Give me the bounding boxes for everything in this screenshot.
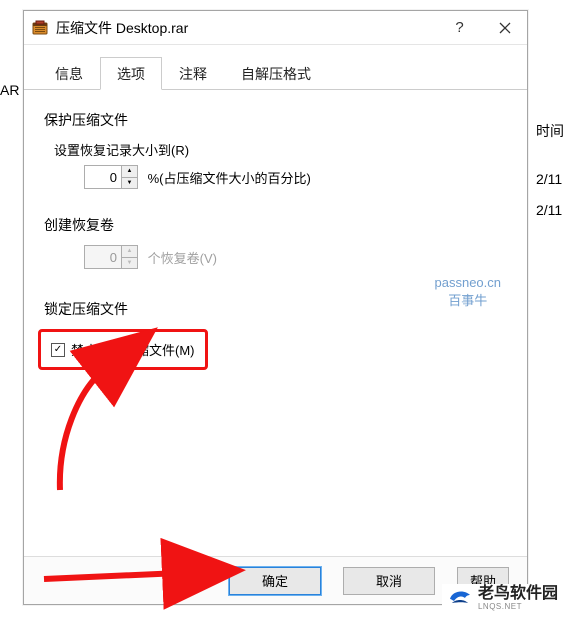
tab-comment[interactable]: 注释	[162, 57, 224, 90]
watermark-line2: 百事牛	[435, 292, 502, 310]
corner-logo: 老鸟软件园 LNQS.NET	[442, 584, 562, 613]
lock-checkbox-label: 禁止修改压缩文件(M)	[71, 340, 195, 359]
tab-options[interactable]: 选项	[100, 57, 162, 90]
app-icon	[32, 20, 48, 36]
lock-checkbox[interactable]: ✓	[51, 343, 65, 357]
bg-right-row: 2/11	[536, 199, 564, 221]
spin-up-icon: ▲	[122, 246, 137, 258]
titlebar: 压缩文件 Desktop.rar ?	[24, 11, 527, 45]
volumes-spinbox: ▲ ▼	[84, 245, 138, 269]
spin-up-icon[interactable]: ▲	[122, 166, 137, 178]
bg-right-row: 2/11	[536, 168, 564, 190]
watermark: passneo.cn 百事牛	[435, 274, 502, 310]
bird-icon	[446, 587, 474, 611]
tab-info[interactable]: 信息	[38, 57, 100, 90]
highlight-box: ✓ 禁止修改压缩文件(M)	[38, 329, 208, 370]
cancel-button[interactable]: 取消	[343, 567, 435, 595]
dialog-archive-properties: 压缩文件 Desktop.rar ? 信息 选项 注释 自解压格式 保护压缩文件…	[23, 10, 528, 605]
corner-logo-sub: LNQS.NET	[478, 602, 558, 611]
spin-down-icon[interactable]: ▼	[122, 178, 137, 189]
ok-button[interactable]: 确定	[229, 567, 321, 595]
corner-logo-text: 老鸟软件园	[478, 586, 558, 602]
tab-content: 保护压缩文件 设置恢复记录大小到(R) ▲ ▼ %(占压缩文件大小的百分比) 创…	[24, 90, 527, 570]
recovery-label: 设置恢复记录大小到(R)	[54, 140, 507, 159]
help-button[interactable]: ?	[437, 13, 482, 43]
watermark-line1: passneo.cn	[435, 274, 502, 292]
volumes-input	[85, 246, 121, 268]
recovery-spinbox[interactable]: ▲ ▼	[84, 165, 138, 189]
volumes-suffix: 个恢复卷(V)	[148, 251, 217, 266]
close-button[interactable]	[482, 13, 527, 43]
window-title: 压缩文件 Desktop.rar	[56, 18, 437, 38]
section-protect-title: 保护压缩文件	[44, 110, 507, 130]
bg-right-header: 时间	[536, 120, 564, 142]
bg-right-column: 时间 2/11 2/11	[536, 120, 564, 229]
tab-row: 信息 选项 注释 自解压格式	[24, 45, 527, 90]
recovery-input[interactable]	[85, 166, 121, 188]
spin-down-icon: ▼	[122, 258, 137, 269]
section-volumes-title: 创建恢复卷	[44, 215, 507, 235]
tab-sfx[interactable]: 自解压格式	[224, 57, 328, 90]
recovery-suffix: %(占压缩文件大小的百分比)	[148, 171, 311, 186]
